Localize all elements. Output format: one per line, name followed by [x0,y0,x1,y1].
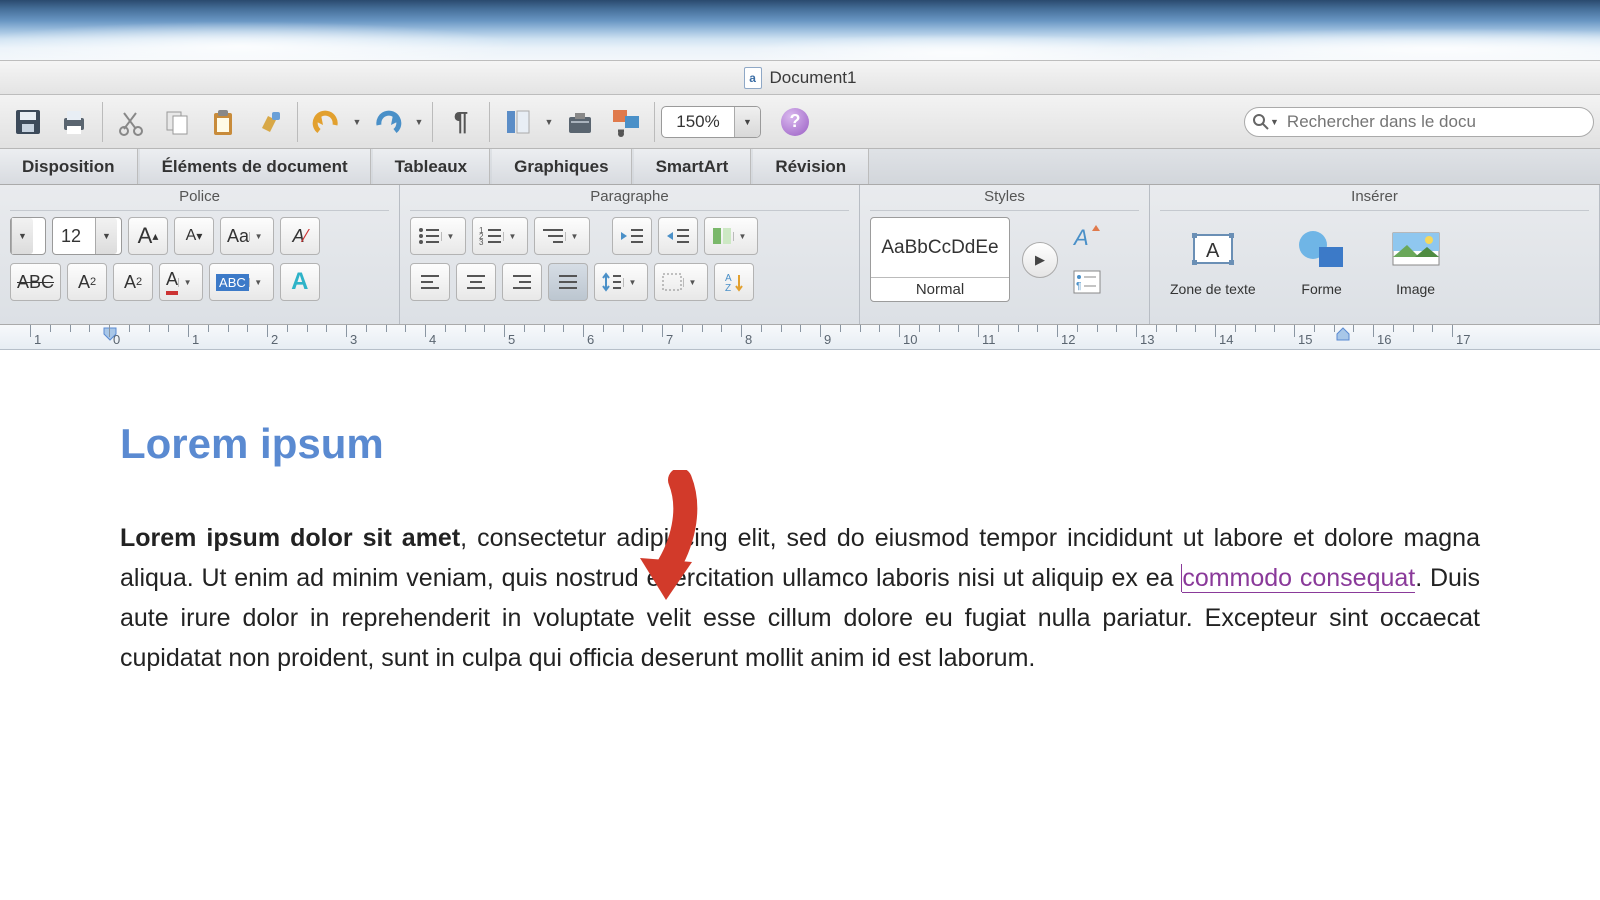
sort-button[interactable]: AZ [714,263,754,301]
tab-tableaux[interactable]: Tableaux [373,149,490,184]
highlight-button[interactable]: ABC▼ [209,263,274,301]
copy-button[interactable] [155,101,199,143]
format-painter-button[interactable] [247,101,291,143]
insert-image-button[interactable]: Image [1378,217,1454,301]
save-button[interactable] [6,101,50,143]
subscript-button[interactable]: A2 [113,263,153,301]
document-icon: a [744,67,762,89]
tab-disposition[interactable]: Disposition [0,149,138,184]
group-title-styles: Styles [870,185,1139,211]
style-preview: AaBbCcDdEe [871,218,1009,277]
paragraph-bold-lead: Lorem ipsum dolor sit amet [120,524,460,552]
group-title-paragraphe: Paragraphe [410,185,849,211]
tab-elements-document[interactable]: Éléments de document [140,149,371,184]
align-justify-button[interactable] [548,263,588,301]
paste-button[interactable] [201,101,245,143]
group-title-inserer: Insérer [1160,185,1589,211]
sidebar-dropdown[interactable]: ▼ [542,117,556,127]
window-titlebar: a Document1 [0,60,1600,95]
main-toolbar: ▼ ▼ ¶ ▼ ▼ ? ▼ [0,95,1600,149]
media-browser-button[interactable] [604,101,648,143]
right-indent-marker[interactable] [1336,327,1350,345]
svg-text:Z: Z [725,283,731,293]
group-paragraphe: Paragraphe ▼ 123▼ ▼ ▼ ▼ ▼ AZ [400,185,860,324]
paragraph-hyperlink[interactable]: commodo consequat [1182,564,1415,593]
increase-indent-button[interactable] [658,217,698,255]
svg-text:A: A [1072,225,1089,250]
font-size-combo[interactable]: ▼ [52,217,122,255]
bullets-button[interactable]: ▼ [410,217,466,255]
group-styles: Styles AaBbCcDdEe Normal ▶ A ¶ [860,185,1150,324]
text-effects-button[interactable]: A [280,263,320,301]
tab-graphiques[interactable]: Graphiques [492,149,631,184]
grow-font-button[interactable]: A▴ [128,217,168,255]
styles-more-button[interactable]: ▶ [1022,242,1058,278]
font-color-button[interactable]: A▼ [159,263,203,301]
cut-button[interactable] [109,101,153,143]
multilevel-list-button[interactable]: ▼ [534,217,590,255]
align-right-button[interactable] [502,263,542,301]
undo-dropdown[interactable]: ▼ [350,117,364,127]
window-title: Document1 [770,68,857,88]
line-spacing-button[interactable]: ▼ [594,263,648,301]
style-name: Normal [871,277,1009,301]
zoom-combo[interactable]: ▼ [661,106,761,138]
borders-button[interactable]: ▼ [654,263,708,301]
tab-smartart[interactable]: SmartArt [634,149,752,184]
tab-revision[interactable]: Révision [753,149,869,184]
strikethrough-button[interactable]: ABC [10,263,61,301]
toolbox-button[interactable] [558,101,602,143]
desktop-background [0,0,1600,60]
align-left-button[interactable] [410,263,450,301]
document-heading: Lorem ipsum [120,420,1480,468]
redo-dropdown[interactable]: ▼ [412,117,426,127]
zoom-input[interactable] [662,112,734,132]
decrease-indent-button[interactable] [612,217,652,255]
document-page[interactable]: Lorem ipsum Lorem ipsum dolor sit amet, … [0,350,1600,718]
ribbon-tabs: Disposition Éléments de document Tableau… [0,149,1600,185]
clear-formatting-button[interactable]: A⁄ [280,217,320,255]
group-inserer: Insérer A Zone de texte Forme Image [1150,185,1600,324]
print-button[interactable] [52,101,96,143]
redo-button[interactable] [366,101,410,143]
sidebar-button[interactable] [496,101,540,143]
svg-text:¶: ¶ [1076,281,1081,292]
search-input[interactable] [1287,112,1589,132]
font-size-input[interactable] [53,218,95,254]
font-size-dropdown[interactable]: ▼ [95,218,117,254]
insert-textbox-button[interactable]: A Zone de texte [1160,217,1266,301]
search-box[interactable]: ▼ [1244,107,1594,137]
group-police: Police ▼ ▼ A▴ A▾ Aa▼ A⁄ ABC A2 A2 A▼ ABC… [0,185,400,324]
search-icon[interactable]: ▼ [1253,114,1279,130]
help-button[interactable]: ? [781,108,809,136]
font-name-dropdown[interactable]: ▼ [10,217,46,255]
superscript-button[interactable]: A2 [67,263,107,301]
insert-shape-label: Forme [1301,281,1341,297]
text-direction-button[interactable]: ▼ [704,217,758,255]
shrink-font-button[interactable]: A▾ [174,217,214,255]
styles-pane-button[interactable]: A [1070,223,1104,257]
insert-textbox-label: Zone de texte [1170,281,1256,297]
horizontal-ruler[interactable]: 101234567891011121314151617 [0,325,1600,350]
zoom-dropdown[interactable]: ▼ [734,107,760,137]
change-case-button[interactable]: Aa▼ [220,217,274,255]
insert-image-label: Image [1396,281,1435,297]
style-normal[interactable]: AaBbCcDdEe Normal [870,217,1010,302]
insert-shape-button[interactable]: Forme [1284,217,1360,301]
ribbon: Police ▼ ▼ A▴ A▾ Aa▼ A⁄ ABC A2 A2 A▼ ABC… [0,185,1600,325]
undo-button[interactable] [304,101,348,143]
document-paragraph: Lorem ipsum dolor sit amet, consectetur … [120,518,1480,678]
align-center-button[interactable] [456,263,496,301]
numbering-button[interactable]: 123▼ [472,217,528,255]
styles-list-button[interactable]: ¶ [1070,267,1104,297]
show-formatting-button[interactable]: ¶ [439,101,483,143]
svg-text:3: 3 [479,238,484,246]
group-title-police: Police [10,185,389,211]
svg-text:A: A [1206,240,1220,262]
